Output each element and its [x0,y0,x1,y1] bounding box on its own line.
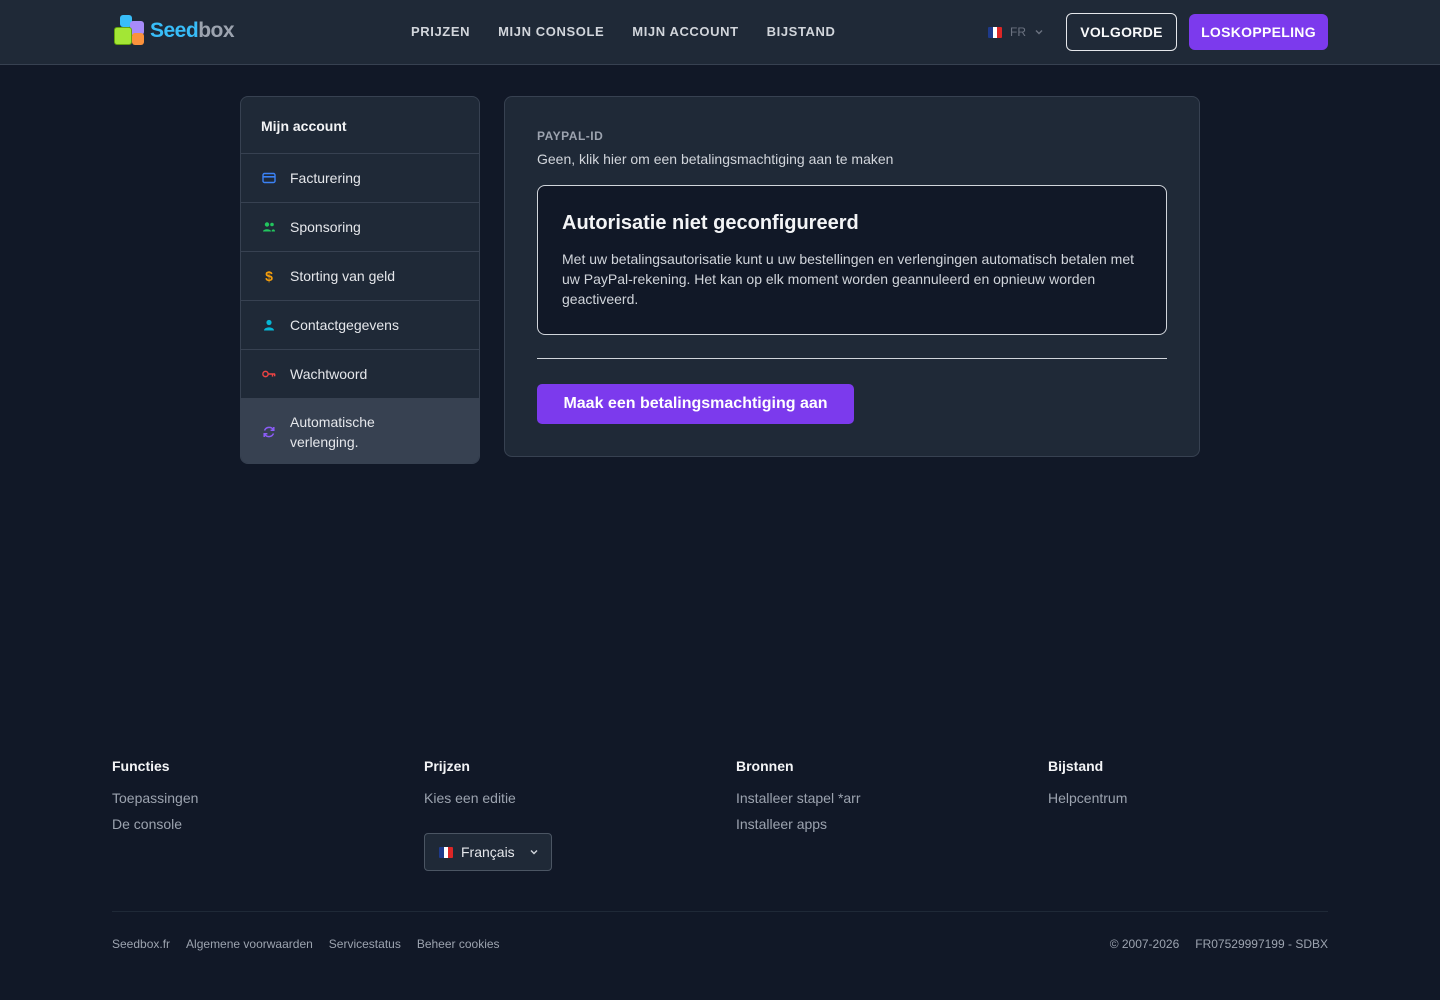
flag-fr-icon [439,846,453,858]
language-switcher[interactable]: FR [988,25,1044,39]
account-sidebar: Mijn account Facturering Sponsoring $ St… [240,96,480,464]
notice-title: Autorisatie niet geconfigureerd [562,212,859,234]
credit-card-icon [262,171,276,185]
flag-fr-icon [988,26,1002,38]
chevron-down-icon [530,850,538,855]
loskoppeling-button[interactable]: LOSKOPPELING [1189,14,1328,50]
nav-mijn-console[interactable]: MIJN CONSOLE [498,24,604,39]
sidebar-title: Mijn account [241,97,479,154]
footer-link-de-console[interactable]: De console [112,816,198,832]
footer-link-voorwaarden[interactable]: Algemene voorwaarden [186,937,313,951]
main-nav: PRIJZEN MIJN CONSOLE MIJN ACCOUNT BIJSTA… [411,24,836,39]
footer-link-toepassingen[interactable]: Toepassingen [112,790,198,806]
copyright: © 2007-2026 [1109,937,1180,951]
nav-mijn-account[interactable]: MIJN ACCOUNT [632,24,738,39]
footer-col-title: Bijstand [1048,758,1104,774]
footer-link-installeer-apps[interactable]: Installeer apps [736,816,861,832]
sidebar-item-wachtwoord[interactable]: Wachtwoord [241,350,479,399]
language-code: FR [1010,25,1026,39]
authorization-notice: Autorisatie niet geconfigureerd Met uw b… [537,185,1167,335]
sidebar-item-label: Automatische verlenging. [290,413,375,450]
paypal-id-value[interactable]: Geen, klik hier om een betalingsmachtigi… [537,151,893,167]
logo-mark-icon [114,15,148,47]
footer-col-title: Functies [112,758,170,774]
logo-text: Seedbox [150,19,235,42]
sidebar-item-label: Sponsoring [290,219,361,235]
sidebar-item-label: Storting van geld [290,268,396,284]
user-icon [262,318,276,332]
footer-link-seedbox[interactable]: Seedbox.fr [112,937,170,951]
footer-col-title: Bronnen [736,758,794,774]
sidebar-item-label: Contactgegevens [290,317,399,333]
footer-language-select[interactable]: Français [424,833,552,871]
divider [537,358,1167,359]
sidebar-item-storting[interactable]: $ Storting van geld [241,252,479,301]
users-icon [262,220,276,234]
sidebar-item-sponsoring[interactable]: Sponsoring [241,203,479,252]
volgorde-button[interactable]: VOLGORDE [1066,13,1177,51]
create-authorization-button[interactable]: Maak een betalingsmachtiging aan [537,384,854,424]
notice-text: Met uw betalingsautorisatie kunt u uw be… [562,251,1135,307]
footer-col-bijstand: Bijstand Helpcentrum [1048,758,1127,816]
nav-bijstand[interactable]: BIJSTAND [767,24,836,39]
footer-col-functies: Functies Toepassingen De console [112,758,198,842]
chevron-down-icon [1035,30,1043,35]
key-icon [262,367,276,381]
paypal-id-label: PAYPAL-ID [537,129,604,143]
dollar-icon: $ [265,268,273,284]
company-id: FR07529997199 - SDBX [1195,937,1328,951]
footer-col-bronnen: Bronnen Installeer stapel *arr Installee… [736,758,861,842]
sidebar-item-automatische-verlenging[interactable]: Automatische verlenging. [241,399,479,463]
footer-link-servicestatus[interactable]: Servicestatus [329,937,401,951]
nav-prijzen[interactable]: PRIJZEN [411,24,470,39]
footer-bottom-links: Seedbox.fr Algemene voorwaarden Services… [112,937,500,951]
sidebar-item-facturering[interactable]: Facturering [241,154,479,203]
footer-divider [112,911,1328,912]
footer-link-helpcentrum[interactable]: Helpcentrum [1048,790,1127,806]
footer-col-title: Prijzen [424,758,470,774]
top-header: Seedbox PRIJZEN MIJN CONSOLE MIJN ACCOUN… [0,0,1440,65]
footer-link-kies-een-editie[interactable]: Kies een editie [424,790,516,806]
sidebar-item-label: Wachtwoord [290,366,368,382]
footer-legal: © 2007-2026 FR07529997199 - SDBX [1110,937,1328,951]
footer-link-installeer-stapel[interactable]: Installeer stapel *arr [736,790,861,806]
seedbox-logo[interactable]: Seedbox [114,15,235,47]
refresh-icon [262,425,276,439]
auto-renewal-panel: PAYPAL-ID Geen, klik hier om een betalin… [504,96,1200,457]
sidebar-item-label: Facturering [290,170,361,186]
sidebar-item-contactgegevens[interactable]: Contactgegevens [241,301,479,350]
footer-link-cookies[interactable]: Beheer cookies [417,937,500,951]
footer-language-value: Français [461,844,515,860]
footer-col-prijzen: Prijzen Kies een editie [424,758,516,816]
